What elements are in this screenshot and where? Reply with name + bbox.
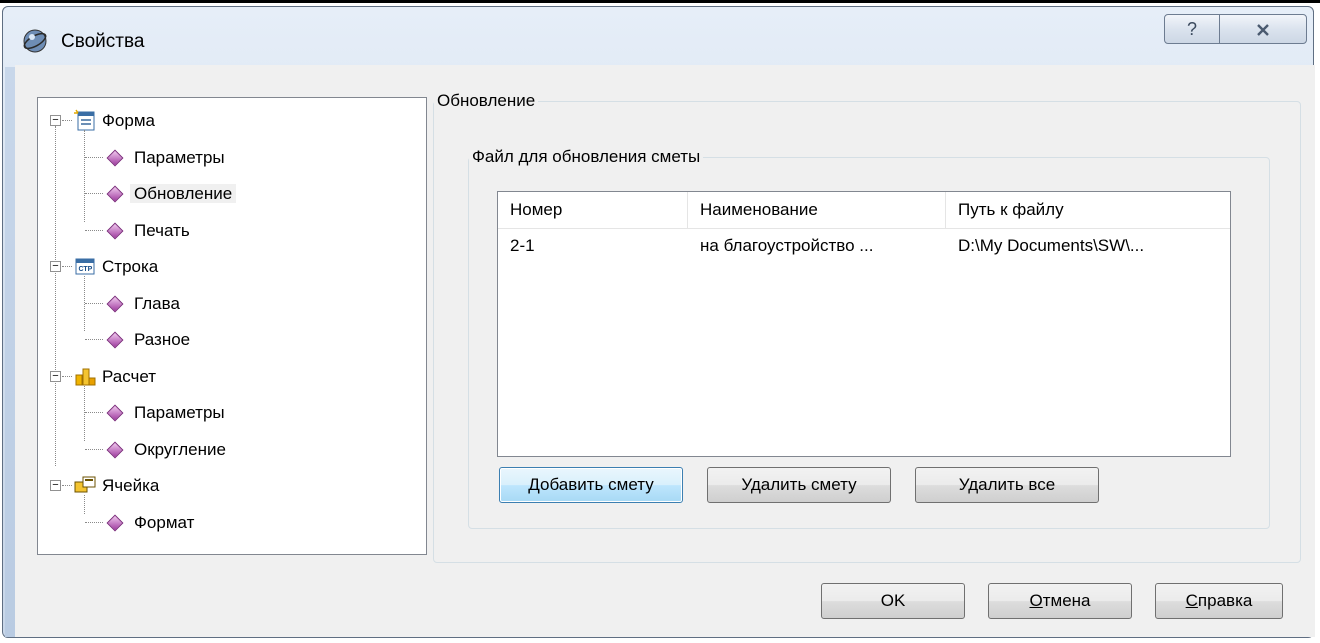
table-row[interactable]: 2-1 на благоустройство ... D:\My Documen… bbox=[498, 228, 1230, 264]
collapse-toggle-icon[interactable]: − bbox=[50, 370, 61, 382]
tree-connector bbox=[85, 412, 103, 413]
dialog-title: Свойства bbox=[61, 31, 145, 52]
diamond-icon bbox=[106, 514, 124, 531]
cell-number: 2-1 bbox=[510, 236, 535, 255]
diamond-icon bbox=[106, 295, 124, 312]
help-caption-button[interactable]: ? bbox=[1164, 14, 1220, 44]
estimate-list[interactable]: Номер Наименование Путь к файлу 2-1 на б… bbox=[497, 191, 1231, 457]
tree-item-label: Глава bbox=[134, 293, 180, 313]
cancel-label: тмена bbox=[1042, 591, 1091, 610]
svg-text:СТР: СТР bbox=[79, 266, 93, 273]
close-button[interactable] bbox=[1219, 14, 1307, 44]
add-estimate-button[interactable]: Добавить смету bbox=[499, 467, 683, 503]
close-icon bbox=[1257, 24, 1269, 37]
help-hotkey: С bbox=[1185, 591, 1198, 610]
tree-connector bbox=[85, 448, 103, 450]
tree-connector bbox=[84, 495, 85, 514]
help-icon: ? bbox=[1186, 19, 1197, 39]
tree-item-label: Формат bbox=[134, 512, 195, 532]
row-icon: СТР bbox=[74, 255, 96, 277]
tree-connector bbox=[84, 130, 85, 222]
tree-item-child[interactable]: Формат bbox=[130, 507, 198, 539]
window-frame bbox=[5, 67, 15, 637]
tree-item-form[interactable]: Форма bbox=[98, 105, 159, 137]
tree-item-child[interactable]: Параметры bbox=[130, 142, 229, 174]
tree-item-label: Строка bbox=[102, 257, 159, 276]
tree-item-label: Ячейка bbox=[102, 476, 160, 495]
diamond-icon bbox=[106, 331, 124, 349]
tree-item-label: Параметры bbox=[134, 403, 225, 422]
list-header: Номер Наименование Путь к файлу bbox=[498, 192, 1230, 229]
cell-name: на благоустройство ... bbox=[700, 236, 874, 255]
tree-item-label: Разное bbox=[134, 330, 191, 349]
tree-connector bbox=[85, 193, 103, 194]
collapse-toggle-icon[interactable]: − bbox=[50, 480, 61, 491]
diamond-icon bbox=[106, 149, 124, 166]
properties-dialog: Свойства ? − Форма Параметры Обновление Печа… bbox=[2, 6, 1315, 638]
title-bar[interactable]: Свойства ? bbox=[3, 7, 1313, 65]
tree-item-child[interactable]: Обновление bbox=[130, 178, 237, 210]
diamond-icon bbox=[106, 404, 124, 422]
cancel-button[interactable]: Отмена bbox=[988, 583, 1132, 619]
tree-item-child[interactable]: Разное bbox=[130, 324, 194, 356]
update-file-group-title: Файл для обновления сметы bbox=[472, 147, 701, 166]
tree-item-calculation[interactable]: Расчет bbox=[98, 361, 160, 393]
help-button[interactable]: Справка bbox=[1155, 583, 1283, 619]
tree-item-label: Расчет bbox=[102, 366, 157, 386]
tree-connector bbox=[84, 385, 85, 441]
screen-top-border bbox=[0, 0, 1320, 3]
column-number[interactable]: Номер bbox=[498, 192, 688, 228]
tree-item-cell[interactable]: Ячейка bbox=[98, 470, 163, 502]
category-tree[interactable]: − Форма Параметры Обновление Печать − СТР Строк… bbox=[37, 97, 427, 555]
cell-path: D:\My Documents\SW\... bbox=[958, 236, 1145, 255]
dialog-client-area: − Форма Параметры Обновление Печать − СТР Строк… bbox=[15, 65, 1315, 637]
column-name[interactable]: Наименование bbox=[688, 192, 946, 228]
tree-connector bbox=[62, 120, 72, 121]
tree-item-label: Параметры bbox=[134, 147, 225, 167]
tree-item-label: Округление bbox=[134, 439, 226, 459]
tree-item-label: Печать bbox=[134, 220, 190, 240]
diamond-icon bbox=[106, 222, 124, 239]
tree-connector bbox=[85, 156, 103, 158]
tree-connector bbox=[85, 229, 103, 231]
help-label: правка bbox=[1197, 591, 1253, 610]
collapse-toggle-icon[interactable]: − bbox=[50, 115, 61, 126]
tree-connector bbox=[62, 375, 72, 377]
tree-connector bbox=[85, 339, 103, 340]
tree-item-label: Обновление bbox=[130, 184, 237, 203]
tree-connector bbox=[85, 521, 103, 523]
tree-item-child[interactable]: Глава bbox=[130, 288, 184, 320]
tree-connector bbox=[62, 485, 72, 486]
tree-connector bbox=[62, 266, 72, 267]
tree-connector bbox=[55, 126, 56, 466]
cell-icon bbox=[74, 474, 96, 496]
tree-item-label: Форма bbox=[102, 111, 155, 130]
ok-button[interactable]: OK bbox=[821, 583, 965, 619]
column-path[interactable]: Путь к файлу bbox=[946, 192, 1230, 228]
app-icon bbox=[23, 29, 47, 53]
tree-item-row[interactable]: Строка bbox=[98, 251, 162, 283]
delete-all-button[interactable]: Удалить все bbox=[915, 467, 1099, 503]
tree-item-child[interactable]: Округление bbox=[130, 434, 230, 466]
tree-item-child[interactable]: Печать bbox=[130, 215, 194, 247]
tree-connector bbox=[84, 276, 85, 331]
delete-estimate-button[interactable]: Удалить смету bbox=[707, 467, 891, 503]
diamond-icon bbox=[106, 185, 124, 203]
tree-connector bbox=[85, 302, 103, 304]
diamond-icon bbox=[106, 441, 124, 458]
tree-item-child[interactable]: Параметры bbox=[130, 397, 229, 429]
form-icon bbox=[74, 109, 96, 131]
update-group-title: Обновление bbox=[437, 91, 536, 110]
cancel-hotkey: О bbox=[1029, 591, 1043, 610]
collapse-toggle-icon[interactable]: − bbox=[50, 261, 61, 272]
calculation-icon bbox=[74, 365, 96, 387]
